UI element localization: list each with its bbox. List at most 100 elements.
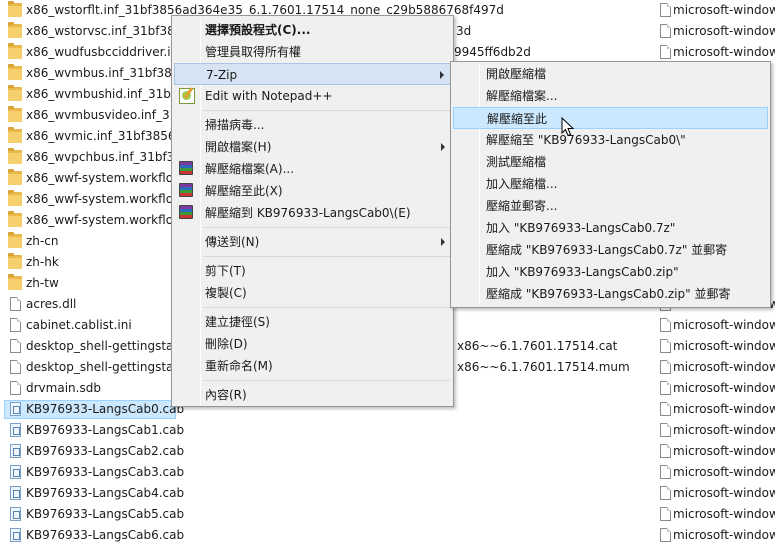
context-menu-item[interactable]: 開啟檔案(H) <box>174 136 451 158</box>
context-menu-item[interactable]: 傳送到(N) <box>174 231 451 253</box>
cab-file-icon <box>10 528 21 542</box>
right-column-item[interactable]: microsoft-window <box>658 21 775 42</box>
file-name: microsoft-window <box>673 3 775 17</box>
context-menu-item[interactable]: 剪下(T) <box>174 260 451 282</box>
menu-item-label: 掃描病毒... <box>205 118 265 132</box>
context-menu-item[interactable]: 7-Zip <box>174 63 451 85</box>
folder-icon <box>8 274 22 290</box>
file-icon <box>10 297 21 311</box>
submenu-item[interactable]: 加入 "KB976933-LangsCab0.7z" <box>453 217 768 239</box>
file-icon <box>660 360 671 374</box>
folder-icon <box>8 106 22 122</box>
right-column-item[interactable]: microsoft-window <box>658 42 775 63</box>
submenu-item[interactable]: 壓縮成 "KB976933-LangsCab0.7z" 並郵寄 <box>453 239 768 261</box>
file-name-fragment: x86~~6.1.7601.17514.mum <box>457 360 630 374</box>
file-icon <box>10 381 21 395</box>
file-name: desktop_shell-gettingstart <box>26 360 184 374</box>
context-menu-item[interactable]: 複製(C) <box>174 282 451 304</box>
file-name: zh-tw <box>26 276 59 290</box>
file-name: x86_wvmic.inf_31bf3856a <box>26 129 183 143</box>
cab-file-icon <box>10 507 21 521</box>
folder-icon <box>8 232 22 248</box>
context-menu-item[interactable]: 建立捷徑(S) <box>174 311 451 333</box>
file-name: microsoft-window <box>673 402 775 416</box>
menu-item-label: 刪除(D) <box>205 337 248 351</box>
notepad-plus-plus-icon <box>179 88 195 104</box>
submenu-item[interactable]: 解壓縮檔案... <box>453 85 768 107</box>
right-column-item[interactable]: microsoft-window <box>658 441 775 462</box>
file-icon <box>660 24 671 38</box>
file-name: desktop_shell-gettingstart <box>26 339 184 353</box>
right-column-item[interactable]: microsoft-window <box>658 525 775 546</box>
folder-icon <box>8 148 22 164</box>
folder-icon <box>8 1 22 17</box>
menu-item-label: 7-Zip <box>206 68 238 82</box>
menu-item-label: 測試壓縮檔 <box>486 155 547 169</box>
right-column-item[interactable]: microsoft-window <box>658 357 775 378</box>
right-column-item[interactable]: microsoft-window <box>658 504 775 525</box>
7zip-submenu: 開啟壓縮檔解壓縮檔案... 解壓縮至此解壓縮至 "KB976933-LangsCa… <box>450 61 771 308</box>
file-name: x86_wwf-system.workflow <box>26 213 183 227</box>
file-name: microsoft-window <box>673 528 775 542</box>
menu-item-label: 加入 "KB976933-LangsCab0.7z" <box>486 221 676 235</box>
menu-item-label: 建立捷徑(S) <box>205 315 270 329</box>
file-name: zh-hk <box>26 255 59 269</box>
context-menu-item[interactable]: 選擇預設程式(C)... <box>174 19 451 41</box>
menu-item-label: 加入壓縮檔... <box>486 177 558 191</box>
submenu-arrow-icon <box>441 238 445 246</box>
file-name: x86_wwf-system.workflow <box>26 192 183 206</box>
file-icon <box>660 402 671 416</box>
file-icon <box>10 339 21 353</box>
menu-item-label: 重新命名(M) <box>205 359 273 373</box>
file-name: microsoft-window <box>673 381 775 395</box>
context-menu-item[interactable]: 刪除(D) <box>174 333 451 355</box>
file-name: x86_wvmbusvideo.inf_31b <box>26 108 185 122</box>
submenu-item[interactable]: 加入 "KB976933-LangsCab0.zip" <box>453 261 768 283</box>
file-name: KB976933-LangsCab6.cab <box>26 528 185 542</box>
submenu-item[interactable]: 測試壓縮檔 <box>453 151 768 173</box>
right-column-item[interactable]: microsoft-window <box>658 315 775 336</box>
context-menu-item[interactable]: Edit with Notepad++ <box>174 85 451 107</box>
file-name: microsoft-window <box>673 318 775 332</box>
menu-separator <box>203 110 450 111</box>
right-column-item[interactable]: microsoft-window <box>658 336 775 357</box>
right-column-item[interactable]: microsoft-window <box>658 399 775 420</box>
folder-icon <box>8 211 22 227</box>
right-column-item[interactable]: microsoft-window <box>658 0 775 21</box>
file-name: KB976933-LangsCab0.cab <box>26 402 185 416</box>
right-column-item[interactable]: microsoft-window <box>658 462 775 483</box>
submenu-item[interactable]: 開啟壓縮檔 <box>453 63 768 85</box>
file-name: KB976933-LangsCab3.cab <box>26 465 185 479</box>
submenu-item[interactable]: 加入壓縮檔... <box>453 173 768 195</box>
file-icon <box>10 360 21 374</box>
context-menu-item[interactable]: 內容(R) <box>174 384 451 406</box>
context-menu-item[interactable]: 掃描病毒... <box>174 114 451 136</box>
menu-separator <box>203 256 450 257</box>
file-icon <box>660 45 671 59</box>
file-icon <box>660 444 671 458</box>
context-menu: 選擇預設程式(C)... 管理員取得所有權 7-Zip Edit with Notep… <box>171 15 454 407</box>
file-name: cabinet.cablist.ini <box>26 318 132 332</box>
file-icon <box>10 318 21 332</box>
submenu-arrow-icon <box>440 71 444 79</box>
menu-item-label: 解壓縮至 "KB976933-LangsCab0\" <box>486 133 686 147</box>
context-menu-item[interactable]: 解壓縮到 KB976933-LangsCab0\(E) <box>174 202 451 224</box>
file-name: microsoft-window <box>673 507 775 521</box>
context-menu-item[interactable]: 解壓縮檔案(A)... <box>174 158 451 180</box>
winrar-icon <box>179 161 193 175</box>
submenu-item[interactable]: 壓縮成 "KB976933-LangsCab0.zip" 並郵寄 <box>453 283 768 305</box>
file-name: microsoft-window <box>673 339 775 353</box>
submenu-item[interactable]: 解壓縮至 "KB976933-LangsCab0\" <box>453 129 768 151</box>
file-name-fragment: x86~~6.1.7601.17514.cat <box>457 339 618 353</box>
menu-item-label: 開啟壓縮檔 <box>486 67 547 81</box>
submenu-item[interactable]: 壓縮並郵寄... <box>453 195 768 217</box>
right-column-item[interactable]: microsoft-window <box>658 378 775 399</box>
menu-item-label: 解壓縮到 KB976933-LangsCab0\(E) <box>205 206 411 220</box>
right-column-item[interactable]: microsoft-window <box>658 483 775 504</box>
context-menu-item[interactable]: 管理員取得所有權 <box>174 41 451 63</box>
submenu-item[interactable]: 解壓縮至此 <box>453 107 768 129</box>
menu-item-label: 複製(C) <box>205 286 247 300</box>
context-menu-item[interactable]: 重新命名(M) <box>174 355 451 377</box>
right-column-item[interactable]: microsoft-window <box>658 420 775 441</box>
context-menu-item[interactable]: 解壓縮至此(X) <box>174 180 451 202</box>
